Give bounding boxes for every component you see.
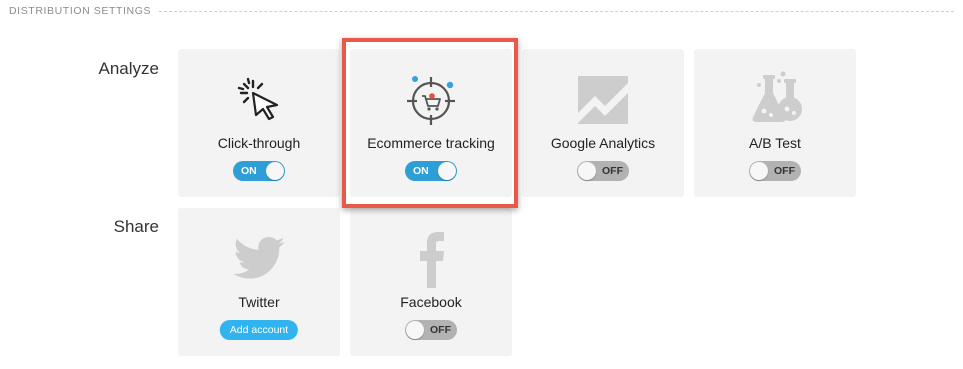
toggle-state: OFF	[774, 165, 795, 177]
toggle-state: OFF	[602, 165, 623, 177]
share-row-label: Share	[113, 217, 159, 236]
section-divider	[159, 10, 954, 12]
toggle-state: ON	[413, 165, 429, 177]
ecommerce-tracking-toggle[interactable]: ON	[405, 161, 457, 181]
card-label: Google Analytics	[550, 135, 656, 151]
google-analytics-icon	[573, 69, 633, 129]
ecommerce-target-cart-icon	[401, 69, 461, 129]
toggle-knob	[438, 162, 456, 180]
card-click-through: Click-through ON	[178, 49, 340, 197]
google-analytics-toggle[interactable]: OFF	[577, 161, 629, 181]
analyze-row-label: Analyze	[98, 59, 159, 78]
card-label: Facebook	[400, 294, 462, 310]
card-label: A/B Test	[749, 135, 801, 151]
card-google-analytics: Google Analytics OFF	[522, 49, 684, 197]
section-title: DISTRIBUTION SETTINGS	[9, 5, 152, 17]
card-ecommerce-tracking: Ecommerce tracking ON	[350, 49, 512, 197]
lab-flask-icon	[745, 69, 805, 129]
facebook-toggle[interactable]: OFF	[405, 320, 457, 340]
add-account-button[interactable]: Add account	[219, 320, 299, 340]
card-label: Click-through	[217, 135, 301, 151]
toggle-knob	[406, 321, 424, 339]
toggle-state: ON	[241, 165, 257, 177]
card-facebook: Facebook OFF	[350, 208, 512, 356]
facebook-f-icon	[401, 228, 461, 288]
card-twitter: Twitter Add account	[178, 208, 340, 356]
cursor-click-icon	[229, 69, 289, 129]
ab-test-toggle[interactable]: OFF	[749, 161, 801, 181]
toggle-state: OFF	[430, 324, 451, 336]
toggle-knob	[266, 162, 284, 180]
twitter-bird-icon	[229, 228, 289, 288]
card-ab-test: A/B Test OFF	[694, 49, 856, 197]
card-label: Twitter	[238, 294, 280, 310]
toggle-knob	[750, 162, 768, 180]
toggle-knob	[578, 162, 596, 180]
click-through-toggle[interactable]: ON	[233, 161, 285, 181]
card-label: Ecommerce tracking	[367, 135, 495, 151]
section-header: DISTRIBUTION SETTINGS	[9, 4, 954, 18]
